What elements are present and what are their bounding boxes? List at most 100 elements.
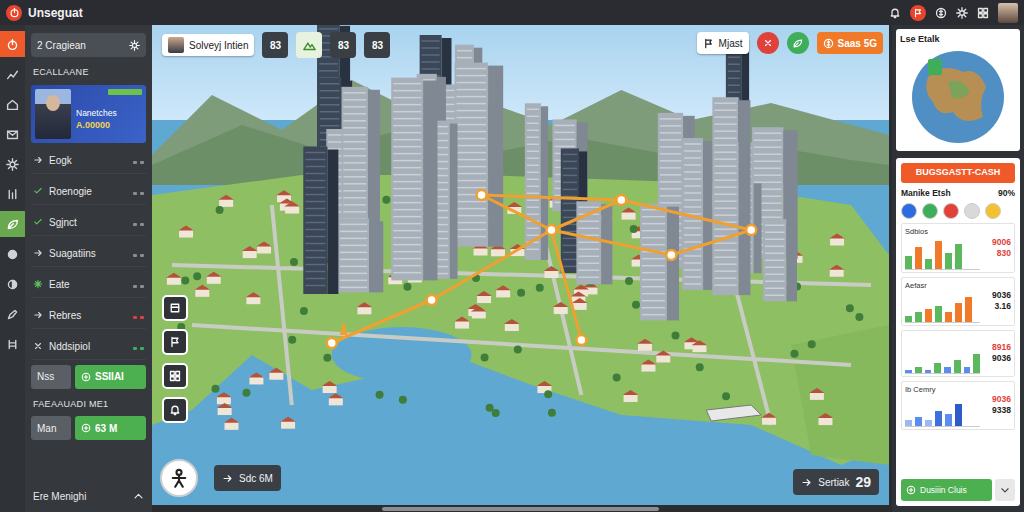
app-logo-icon[interactable] xyxy=(6,5,22,21)
rail-item[interactable] xyxy=(0,211,25,237)
terrain-toggle[interactable] xyxy=(296,32,322,58)
chart-reading: 9036 xyxy=(992,353,1011,364)
nav-rail xyxy=(0,25,25,512)
minimap[interactable] xyxy=(900,47,1016,147)
count-button[interactable]: 83 xyxy=(262,32,288,58)
chart-bar xyxy=(915,247,922,269)
rail-item[interactable] xyxy=(0,91,25,117)
grid-icon[interactable] xyxy=(977,7,989,19)
stat-button[interactable]: 63 M xyxy=(75,416,146,440)
filter-dot[interactable] xyxy=(943,203,959,219)
sidebar-item[interactable]: Rebres xyxy=(31,303,146,329)
coin-icon[interactable] xyxy=(935,7,947,19)
gate-icon xyxy=(6,338,19,351)
chart-bar xyxy=(955,303,962,322)
city-selector[interactable]: 2 Cragiean xyxy=(31,33,146,57)
city-map[interactable]: Solveyj Intien 83 83 83 Mjast Saas 5G Sdc 6M Se… xyxy=(152,25,889,505)
stat-value: SSIIAI xyxy=(95,369,124,384)
mode-chip[interactable]: Mjast xyxy=(697,32,749,54)
filter-dot[interactable] xyxy=(901,203,917,219)
sidebar-item[interactable]: Eogk xyxy=(31,148,146,174)
mountain-icon xyxy=(303,39,316,52)
chart-bar xyxy=(955,404,962,426)
market-chart: Sdbios9006830 xyxy=(901,223,1015,272)
chevron-icon[interactable] xyxy=(133,491,144,502)
player-chip[interactable]: Solveyj Intien xyxy=(162,34,254,56)
filter-dot[interactable] xyxy=(922,203,938,219)
map-tool[interactable] xyxy=(162,397,188,423)
leaf-icon[interactable] xyxy=(787,32,809,54)
chart-area: Ib Cemry xyxy=(905,384,980,427)
item-label: Suagatiins xyxy=(49,246,124,261)
chart-bar xyxy=(973,354,980,373)
chart-readings: 9006830 xyxy=(983,226,1011,269)
alert-icon[interactable] xyxy=(757,32,779,54)
right-panel: Lse Etalk BUGSGASTT-CASH Manike Etsh90% Sdb… xyxy=(892,25,1024,512)
stat-button[interactable]: SSIIAI xyxy=(75,365,146,389)
sidebar-item[interactable]: Suagatiins xyxy=(31,241,146,267)
count-label: 83 xyxy=(338,38,349,53)
rail-item[interactable] xyxy=(0,241,25,267)
minimap-title: Lse Etalk xyxy=(900,33,1016,47)
settings-icon[interactable] xyxy=(129,40,140,51)
expand-button[interactable] xyxy=(995,479,1015,501)
map-scrollbar[interactable] xyxy=(152,505,889,512)
count-label: 83 xyxy=(372,38,383,53)
details-button[interactable]: Dusiiin Cluis xyxy=(901,479,992,501)
menu-label: Ere Menighi xyxy=(33,489,86,504)
profile-photo xyxy=(35,89,71,139)
rail-item[interactable] xyxy=(0,151,25,177)
stat-label: Nss xyxy=(31,365,71,389)
cash-button[interactable]: BUGSGASTT-CASH xyxy=(901,163,1015,183)
chart-bar xyxy=(935,411,942,427)
bell-icon[interactable] xyxy=(889,7,901,19)
item-label: Nddsipiol xyxy=(49,339,124,354)
rail-item[interactable] xyxy=(0,121,25,147)
gear-icon[interactable] xyxy=(956,7,968,19)
rail-item[interactable] xyxy=(0,331,25,357)
user-avatar[interactable] xyxy=(998,3,1018,23)
map-tool[interactable] xyxy=(162,295,188,321)
sidebar-item[interactable]: Nddsipiol xyxy=(31,334,146,360)
rail-item[interactable] xyxy=(0,181,25,207)
sidebar-item[interactable]: Eate xyxy=(31,272,146,298)
filter-dot[interactable] xyxy=(985,203,1001,219)
map-tool[interactable] xyxy=(162,329,188,355)
star-icon xyxy=(33,279,43,289)
map-tool[interactable] xyxy=(162,363,188,389)
sidebar-item[interactable]: Sgjnct xyxy=(31,210,146,236)
filter-dot[interactable] xyxy=(964,203,980,219)
arrow-icon xyxy=(33,310,43,320)
chart-readings: 90363.16 xyxy=(983,280,1011,323)
flag-icon xyxy=(703,38,714,49)
rail-item[interactable] xyxy=(0,301,25,327)
scroll-thumb[interactable] xyxy=(382,507,659,511)
market-header: Manike Etsh90% xyxy=(901,187,1015,200)
bars-icon xyxy=(6,188,19,201)
sidebar-item[interactable]: Roenogie xyxy=(31,179,146,205)
count-button[interactable]: 83 xyxy=(330,32,356,58)
chart-bar xyxy=(915,312,922,321)
sector-chip[interactable]: Sertiak29 xyxy=(793,469,879,495)
chart-bar xyxy=(905,316,912,322)
alert-icon[interactable] xyxy=(910,5,926,21)
chart-reading: 9036 xyxy=(992,290,1011,301)
walk-button[interactable] xyxy=(160,459,198,497)
speed-chip[interactable]: Sdc 6M xyxy=(214,465,281,491)
chevron-icon xyxy=(1000,485,1010,495)
status-dot xyxy=(140,285,144,288)
market-chart: Ib Cemry90369338 xyxy=(901,381,1015,430)
cash-chip[interactable]: Saas 5G xyxy=(817,32,883,54)
menu-toggle[interactable]: Ere Menighi xyxy=(31,487,146,506)
count-button[interactable]: 83 xyxy=(364,32,390,58)
box-icon xyxy=(169,302,181,314)
chart-bars xyxy=(905,395,980,427)
world-view[interactable] xyxy=(152,25,889,505)
profile-card[interactable]: NanetchesA.00000 xyxy=(31,85,146,143)
rail-item[interactable] xyxy=(0,61,25,87)
status-dot xyxy=(133,347,137,350)
chart-readings: 89169036 xyxy=(983,333,1011,374)
rail-item[interactable] xyxy=(0,31,25,57)
mode-label: Mjast xyxy=(719,36,743,51)
rail-item[interactable] xyxy=(0,271,25,297)
